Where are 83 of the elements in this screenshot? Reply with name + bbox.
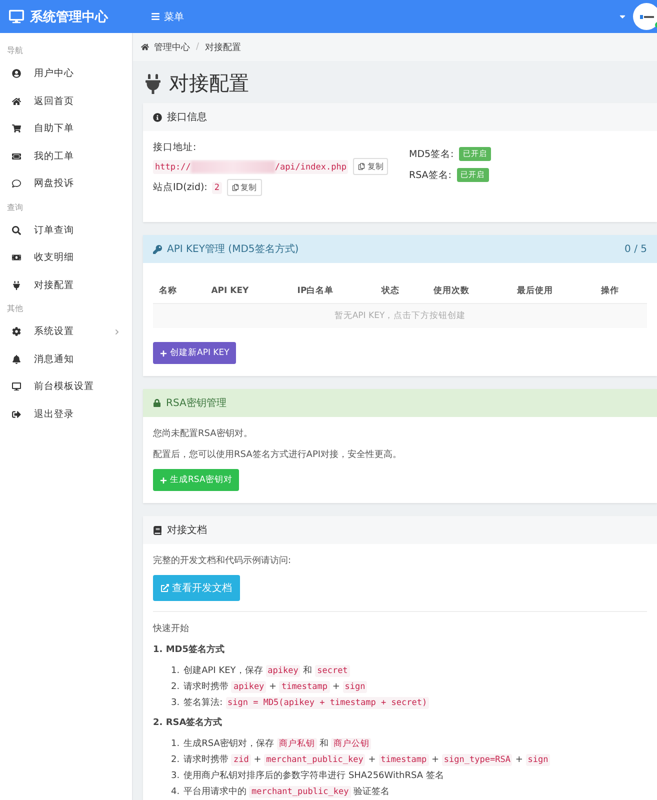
nav-item[interactable]: 用户中心 — [0, 60, 132, 88]
info-text: 您尚未配置RSA密钥对。 — [153, 428, 254, 440]
step-number: 3. — [171, 770, 180, 783]
step-text: 生成RSA密钥对，保存 商户私钥 和 商户公钥 — [184, 737, 372, 751]
copy-icon — [232, 184, 239, 191]
key-icon — [153, 244, 162, 254]
create-key-button[interactable]: 创建新API KEY — [153, 342, 236, 364]
nav-item[interactable]: 退出登录 — [0, 400, 132, 428]
ticket-icon — [12, 152, 21, 161]
card-title: API KEY管理 (MD5签名方式) — [167, 242, 300, 256]
money-icon — [12, 253, 21, 262]
section-heading: 快速开始 — [153, 622, 190, 635]
key-count: 0 / 5 — [624, 244, 647, 254]
method-title: 1. MD5签名方式 — [153, 643, 226, 656]
field-label: 站点ID(zid): — [153, 181, 208, 194]
step-text: 创建API KEY，保存 apikey 和 secret — [184, 664, 350, 678]
field-label: RSA签名: — [409, 168, 452, 182]
step-number: 1. — [171, 738, 180, 751]
nav-item[interactable]: 自助下单 — [0, 115, 132, 142]
method-title: 2. RSA签名方式 — [153, 716, 224, 729]
plus-icon — [160, 350, 167, 356]
nav-item[interactable]: 返回首页 — [0, 88, 132, 115]
step-text: 使用商户私钥对排序后的参数字符串进行 SHA256WithRSA 签名 — [184, 770, 444, 783]
monitor-icon — [9, 9, 24, 24]
field-label: 接口地址: — [153, 141, 198, 154]
step-number: 4. — [171, 786, 180, 799]
nav-item[interactable]: 对接配置 — [0, 272, 132, 299]
external-link-icon — [161, 584, 169, 592]
step-number: 1. — [171, 665, 180, 678]
nav-item[interactable]: 订单查询 — [0, 216, 132, 244]
breadcrumb-separator: / — [196, 42, 200, 52]
step-text: 平台用请求中的 merchant_public_key 验证签名 — [184, 785, 390, 799]
lock-icon — [153, 399, 161, 407]
breadcrumb-item: 对接配置 — [205, 42, 242, 54]
plug-icon — [12, 280, 21, 290]
info-icon — [153, 112, 162, 122]
step-text: 请求时携带 zid + merchant_public_key + timestamp + sign_type=RSA + sign — [184, 753, 550, 767]
nav-item[interactable]: 消息通知 — [0, 346, 132, 373]
nav-item[interactable]: 前台模板设置 — [0, 373, 132, 400]
step-number: 2. — [171, 754, 180, 767]
comment-icon — [12, 179, 21, 188]
info-text: 完整的开发文档和代码示例请访问: — [153, 554, 292, 567]
plug-icon — [143, 74, 163, 94]
step-text: 签名算法: sign = MD5(apikey + timestamp + secret) — [184, 696, 430, 710]
menu-button[interactable]: 菜单 — [145, 10, 190, 24]
monitor-icon — [12, 382, 21, 392]
breadcrumb-item[interactable]: 管理中心 — [154, 40, 190, 54]
section-title: 导航 — [6, 45, 24, 57]
avatar[interactable] — [633, 3, 657, 30]
step-text: 请求时携带 apikey + timestamp + sign — [184, 680, 368, 694]
step-number: 2. — [171, 681, 180, 694]
card-title: 接口信息 — [167, 110, 208, 124]
menu-icon — [151, 12, 160, 21]
plus-icon — [160, 476, 167, 484]
copy-button[interactable]: 复制 — [353, 158, 388, 175]
search-icon — [12, 226, 21, 235]
app-title: 系统管理中心 — [30, 8, 108, 26]
nav-item[interactable]: 系统设置 — [0, 318, 132, 346]
card-title: 对接文档 — [167, 524, 208, 537]
logo-icon — [640, 14, 654, 18]
settings-icon — [12, 327, 21, 336]
step-number: 3. — [171, 697, 180, 710]
nav-item[interactable]: 网盘投诉 — [0, 170, 132, 198]
section-title: 其他 — [6, 303, 24, 315]
bell-icon — [12, 354, 21, 364]
user-icon — [12, 69, 21, 78]
nav-item[interactable]: 收支明细 — [0, 244, 132, 272]
copy-icon — [358, 163, 366, 170]
zid-value: 2 — [212, 182, 222, 194]
api-url: http:// /api/index.php — [153, 160, 348, 174]
home-icon — [12, 96, 21, 106]
field-label: MD5签名: — [409, 148, 454, 160]
cart-icon — [12, 124, 21, 134]
page-title: 对接配置 — [169, 70, 249, 97]
nav-item[interactable]: 我的工单 — [0, 142, 132, 170]
home-icon — [141, 43, 149, 51]
copy-button[interactable]: 复制 — [226, 179, 262, 196]
logout-icon — [12, 410, 21, 419]
section-title: 查询 — [6, 202, 24, 214]
card-title: RSA密钥管理 — [166, 396, 228, 410]
info-text: 配置后，您可以使用RSA签名方式进行API对接，安全性更高。 — [153, 448, 403, 461]
book-icon — [153, 526, 162, 534]
empty-message: 暂无API KEY，点击下方按钮创建 — [153, 304, 647, 328]
